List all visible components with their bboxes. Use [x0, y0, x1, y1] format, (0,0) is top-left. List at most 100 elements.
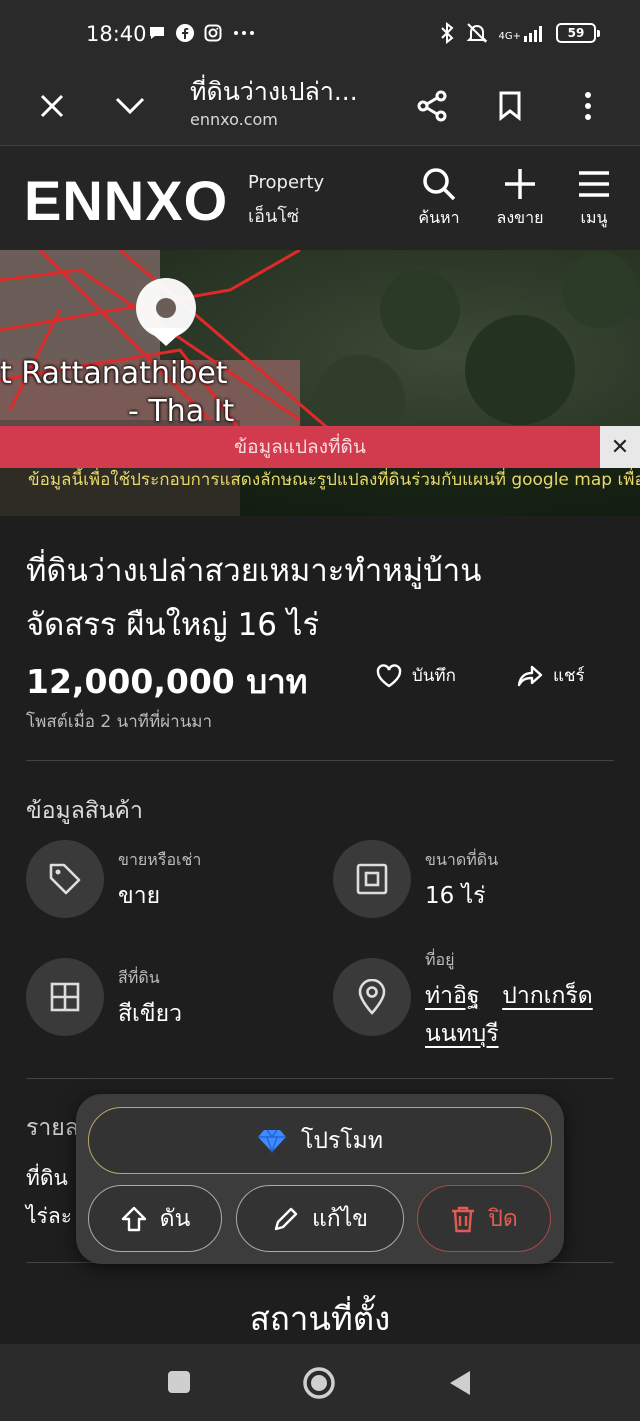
chevron-down-icon	[115, 97, 145, 115]
product-info-heading: ข้อมูลสินค้า	[26, 798, 143, 824]
listing-price: 12,000,000 บาท	[26, 662, 308, 701]
close-listing-button[interactable]: ปิด	[417, 1185, 551, 1252]
bookmark-button[interactable]	[490, 86, 530, 126]
more-vert-icon	[585, 92, 591, 120]
posted-time: โพสต์เมื่อ 2 นาทีที่ผ่านมา	[26, 712, 213, 732]
arrow-up-icon	[121, 1206, 146, 1231]
close-tab-button[interactable]	[32, 86, 72, 126]
instagram-icon	[204, 24, 222, 42]
address-subdistrict-link[interactable]: ท่าอิฐ	[425, 983, 480, 1009]
address-district-link[interactable]: ปากเกร็ด	[502, 983, 593, 1009]
zone-color-item: สีที่ดิน สีเขียว	[26, 958, 316, 1038]
land-size-label: ขนาดที่ดิน	[425, 850, 499, 869]
address-item: ที่อยู่ ท่าอิฐ ปากเกร็ด นนทบุรี	[333, 950, 623, 1048]
listing-title: ที่ดินว่างเปล่าสวยเหมาะทำหมู่บ้าน จัดสรร…	[26, 544, 616, 652]
recents-button[interactable]	[167, 1370, 191, 1398]
tag-icon	[49, 863, 81, 895]
trash-icon	[452, 1206, 475, 1232]
notification-icons	[148, 24, 256, 42]
circle-icon	[303, 1367, 335, 1399]
map-place-label: t Rattanathibet	[0, 356, 228, 391]
heart-icon	[376, 663, 402, 687]
more-notifications-icon	[234, 31, 254, 35]
close-icon	[40, 94, 64, 118]
divider	[26, 760, 614, 761]
map-disclaimer: ข้อมูลนี้เพื่อใช้ประกอบการแสดงลักษณะรูปแ…	[0, 468, 640, 516]
map-place-label-2: - Tha It	[128, 394, 235, 429]
bump-label: ดัน	[159, 1205, 191, 1232]
page-url[interactable]: ennxo.com	[190, 110, 278, 129]
hamburger-icon	[579, 171, 609, 197]
address-line-2: นนทบุรี	[425, 1016, 499, 1052]
share-page-button[interactable]	[412, 86, 452, 126]
menu-button[interactable]: เมนู	[559, 166, 629, 231]
close-banner-button[interactable]: ✕	[600, 426, 640, 468]
area-icon	[356, 863, 388, 895]
system-navigation-bar	[0, 1344, 640, 1421]
address-line-1: ท่าอิฐ ปากเกร็ด	[425, 978, 593, 1014]
post-listing-label: ลงขาย	[496, 208, 544, 227]
sale-type-value: ขาย	[118, 883, 161, 909]
back-triangle-icon	[450, 1371, 470, 1395]
land-size-item: ขนาดที่ดิน 16 ไร่	[333, 840, 623, 920]
save-button[interactable]: บันทึก	[376, 662, 456, 689]
divider	[26, 1078, 614, 1079]
description-line-2: ไร่ละ	[26, 1204, 72, 1228]
save-label: บันทึก	[412, 666, 456, 686]
zone-color-value: สีเขียว	[118, 1001, 183, 1027]
minimize-button[interactable]	[110, 86, 150, 126]
signal-indicator: 4G+	[499, 24, 547, 42]
edit-button[interactable]: แก้ไข	[236, 1185, 404, 1252]
battery-icon: 59	[556, 23, 600, 43]
promote-button[interactable]: โปรโมท	[88, 1107, 552, 1174]
zone-color-label: สีที่ดิน	[118, 968, 160, 987]
bluetooth-icon	[440, 22, 453, 44]
area-icon-circle	[333, 840, 411, 918]
browser-toolbar: ที่ดินว่างเปล่า... ennxo.com	[0, 70, 640, 146]
facebook-icon	[176, 24, 194, 42]
bump-button[interactable]: ดัน	[88, 1185, 222, 1252]
back-button[interactable]	[448, 1369, 472, 1401]
share-arrow-icon	[517, 665, 543, 686]
description-line-1: ที่ดิน	[26, 1166, 68, 1190]
search-label: ค้นหา	[418, 208, 460, 227]
diamond-icon	[258, 1129, 286, 1154]
post-listing-button[interactable]: ลงขาย	[485, 166, 555, 231]
grid-icon	[50, 982, 80, 1012]
search-button[interactable]: ค้นหา	[404, 166, 474, 231]
square-icon	[168, 1371, 190, 1393]
grid-icon-circle	[26, 958, 104, 1036]
location-icon-circle	[333, 958, 411, 1036]
logo-subtitle-thai: เอ็นโซ่	[248, 206, 300, 227]
network-type: 4G+	[498, 31, 522, 42]
sale-type-item: ขายหรือเช่า ขาย	[26, 840, 316, 920]
page-title: ที่ดินว่างเปล่า...	[190, 77, 358, 106]
edit-label: แก้ไข	[311, 1205, 369, 1232]
land-plot-map[interactable]: t Rattanathibet - Tha It ข้อมูลแปลงที่ดิ…	[0, 250, 640, 516]
promote-label: โปรโมท	[301, 1127, 383, 1154]
browser-menu-button[interactable]	[568, 86, 608, 126]
share-listing-button[interactable]: แชร์	[517, 662, 585, 689]
system-icons: 4G+ 59	[439, 22, 600, 44]
land-plot-info-banner[interactable]: ข้อมูลแปลงที่ดิน	[0, 426, 600, 468]
status-bar: 18:40 4G+ 59	[0, 0, 640, 70]
listing-title-line-2: จัดสรร ผืนใหญ่ 16 ไร่	[26, 607, 320, 643]
address-province-link[interactable]: นนทบุรี	[425, 1021, 499, 1047]
silent-bell-icon	[466, 23, 487, 43]
ennxo-logo[interactable]: ENNXO	[24, 168, 228, 233]
location-heading: สถานที่ตั้ง	[249, 1299, 391, 1338]
share-icon	[417, 90, 447, 122]
bookmark-icon	[499, 91, 521, 121]
location-pin-icon	[358, 979, 386, 1015]
logo-subtitle-property: Property	[248, 172, 325, 193]
menu-label: เมนู	[580, 208, 608, 227]
address-label: ที่อยู่	[425, 950, 455, 969]
home-button[interactable]	[302, 1366, 336, 1404]
pencil-icon	[274, 1207, 298, 1230]
description-heading: รายล	[26, 1115, 79, 1141]
chat-notification-icon	[150, 27, 164, 39]
tag-icon-circle	[26, 840, 104, 918]
plus-icon	[505, 169, 535, 199]
land-size-value: 16 ไร่	[425, 883, 486, 909]
site-header: ENNXO Property เอ็นโซ่ ค้นหา ลงขาย เมนู	[0, 146, 640, 250]
